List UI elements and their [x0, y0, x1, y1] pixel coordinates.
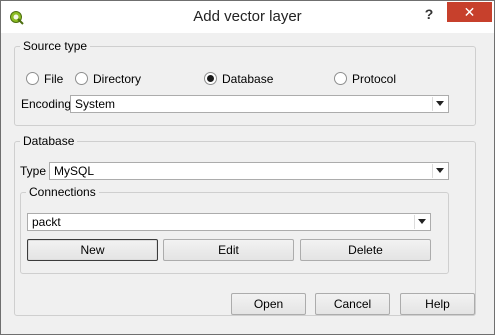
radio-directory-label: Directory: [93, 72, 142, 86]
dialog-content: Source type File Directory Database Prot…: [8, 33, 487, 327]
cancel-button[interactable]: Cancel: [315, 293, 390, 315]
radio-directory-indicator[interactable]: [75, 72, 88, 85]
radio-database[interactable]: Database: [204, 71, 273, 87]
encoding-label: Encoding: [21, 97, 72, 111]
delete-connection-button[interactable]: Delete: [300, 239, 431, 261]
source-type-group-label: Source type: [20, 38, 91, 54]
radio-file-indicator[interactable]: [26, 72, 39, 85]
help-button[interactable]: Help: [400, 293, 475, 315]
source-type-group: Source type File Directory Database Prot…: [14, 38, 476, 126]
connection-select[interactable]: packt: [27, 213, 431, 231]
help-titlebar-button[interactable]: ?: [419, 5, 439, 25]
database-type-select[interactable]: MySQL: [49, 162, 449, 180]
chevron-down-icon[interactable]: [414, 215, 429, 229]
radio-selected-dot: [207, 75, 214, 82]
encoding-select[interactable]: System: [70, 95, 449, 113]
type-label: Type: [20, 164, 47, 178]
radio-protocol[interactable]: Protocol: [334, 71, 396, 87]
radio-directory[interactable]: Directory: [75, 71, 141, 87]
database-type-value: MySQL: [54, 164, 95, 178]
connection-value: packt: [32, 215, 61, 229]
radio-file-label: File: [44, 72, 64, 86]
title-bar[interactable]: Add vector layer ? ✕: [1, 1, 494, 33]
encoding-value: System: [75, 97, 116, 111]
radio-database-indicator[interactable]: [204, 72, 217, 85]
close-window-button[interactable]: ✕: [447, 2, 492, 22]
new-connection-button[interactable]: New: [27, 239, 158, 261]
radio-file[interactable]: File: [26, 71, 63, 87]
edit-connection-button[interactable]: Edit: [163, 239, 294, 261]
open-button[interactable]: Open: [231, 293, 306, 315]
chevron-down-icon[interactable]: [432, 97, 447, 111]
radio-database-label: Database: [222, 72, 274, 86]
radio-protocol-indicator[interactable]: [334, 72, 347, 85]
connections-group-label: Connections: [26, 184, 99, 200]
database-group-label: Database: [20, 133, 78, 149]
radio-protocol-label: Protocol: [352, 72, 397, 86]
connections-group: Connections packt New Edit Delete: [20, 184, 449, 274]
chevron-down-icon[interactable]: [432, 164, 447, 178]
database-group: Database Type MySQL Connections packt Ne…: [14, 133, 476, 316]
dialog-window: Add vector layer ? ✕ Source type File Di…: [0, 0, 495, 335]
